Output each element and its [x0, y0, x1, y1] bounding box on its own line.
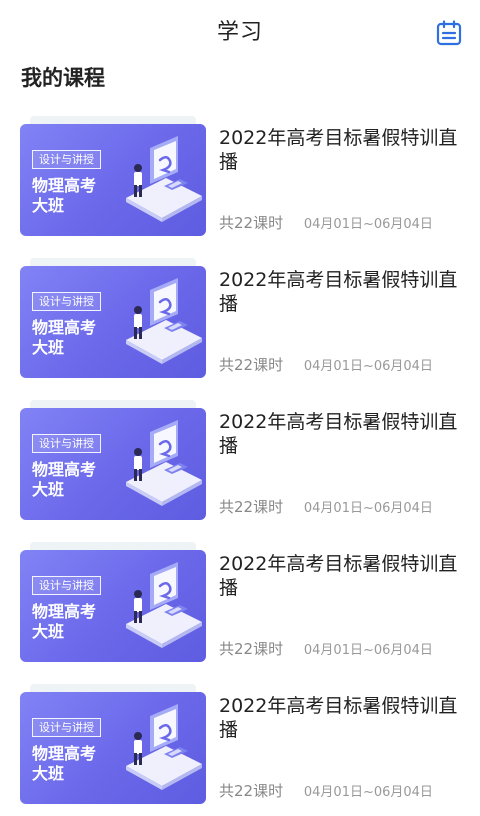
thumbnail-line2: 大班	[32, 196, 65, 215]
course-dates: 04月01日~06月04日	[303, 359, 433, 374]
course-card[interactable]: 设计与讲授 物理高考 大班 2022年高考目标暑假特训直播 共22课时 04月0…	[0, 532, 480, 674]
course-meta: 共22课时 04月01日~06月04日	[219, 354, 469, 375]
thumbnail-tag: 设计与讲授	[32, 576, 101, 595]
lesson-count: 共22课时	[219, 214, 284, 232]
teacher-illustration-icon	[126, 562, 202, 648]
course-dates: 04月01日~06月04日	[303, 217, 433, 232]
course-title[interactable]: 2022年高考目标暑假特训直播	[219, 268, 469, 316]
course-meta: 共22课时 04月01日~06月04日	[219, 212, 469, 233]
course-card[interactable]: 设计与讲授 物理高考 大班 2022年高考目标暑假特训直播 共22课时 04月0…	[0, 106, 480, 248]
course-thumbnail[interactable]: 设计与讲授 物理高考 大班	[20, 258, 206, 378]
thumbnail-tag: 设计与讲授	[32, 292, 101, 311]
course-dates: 04月01日~06月04日	[303, 501, 433, 516]
course-card[interactable]: 设计与讲授 物理高考 大班 2022年高考目标暑假特训直播 共22课时 04月0…	[0, 248, 480, 390]
teacher-illustration-icon	[126, 704, 202, 790]
teacher-illustration-icon	[126, 136, 202, 222]
teacher-illustration-icon	[126, 278, 202, 364]
lesson-count: 共22课时	[219, 498, 284, 516]
course-thumbnail[interactable]: 设计与讲授 物理高考 大班	[20, 400, 206, 520]
course-meta: 共22课时 04月01日~06月04日	[219, 638, 469, 659]
course-card[interactable]: 设计与讲授 物理高考 大班 2022年高考目标暑假特训直播 共22课时 04月0…	[0, 674, 480, 816]
thumbnail-tag: 设计与讲授	[32, 150, 101, 169]
course-list: 设计与讲授 物理高考 大班 2022年高考目标暑假特训直播 共22课时 04月0…	[0, 106, 480, 816]
course-thumbnail[interactable]: 设计与讲授 物理高考 大班	[20, 542, 206, 662]
course-title[interactable]: 2022年高考目标暑假特训直播	[219, 410, 469, 458]
page-title: 学习	[216, 20, 263, 45]
course-dates: 04月01日~06月04日	[303, 643, 433, 658]
thumbnail-image: 设计与讲授 物理高考 大班	[20, 692, 206, 804]
lesson-count: 共22课时	[219, 356, 284, 374]
thumbnail-tag: 设计与讲授	[32, 718, 101, 737]
course-title[interactable]: 2022年高考目标暑假特训直播	[219, 126, 469, 174]
course-thumbnail[interactable]: 设计与讲授 物理高考 大班	[20, 684, 206, 804]
teacher-illustration-icon	[126, 420, 202, 506]
thumbnail-line2: 大班	[32, 480, 65, 499]
thumbnail-image: 设计与讲授 物理高考 大班	[20, 124, 206, 236]
thumbnail-line2: 大班	[32, 338, 65, 357]
app-header: 学习	[0, 0, 480, 58]
course-title[interactable]: 2022年高考目标暑假特训直播	[219, 552, 469, 600]
lesson-count: 共22课时	[219, 640, 284, 658]
thumbnail-line2: 大班	[32, 622, 65, 641]
thumbnail-line2: 大班	[32, 764, 65, 783]
thumbnail-image: 设计与讲授 物理高考 大班	[20, 408, 206, 520]
lesson-count: 共22课时	[219, 782, 284, 800]
course-meta: 共22课时 04月01日~06月04日	[219, 496, 469, 517]
thumbnail-image: 设计与讲授 物理高考 大班	[20, 266, 206, 378]
section-title: 我的课程	[21, 66, 105, 90]
course-thumbnail[interactable]: 设计与讲授 物理高考 大班	[20, 116, 206, 236]
course-dates: 04月01日~06月04日	[303, 785, 433, 800]
calendar-icon[interactable]	[436, 20, 462, 46]
thumbnail-image: 设计与讲授 物理高考 大班	[20, 550, 206, 662]
course-card[interactable]: 设计与讲授 物理高考 大班 2022年高考目标暑假特训直播 共22课时 04月0…	[0, 390, 480, 532]
thumbnail-tag: 设计与讲授	[32, 434, 101, 453]
course-title[interactable]: 2022年高考目标暑假特训直播	[219, 694, 469, 742]
course-meta: 共22课时 04月01日~06月04日	[219, 780, 469, 801]
